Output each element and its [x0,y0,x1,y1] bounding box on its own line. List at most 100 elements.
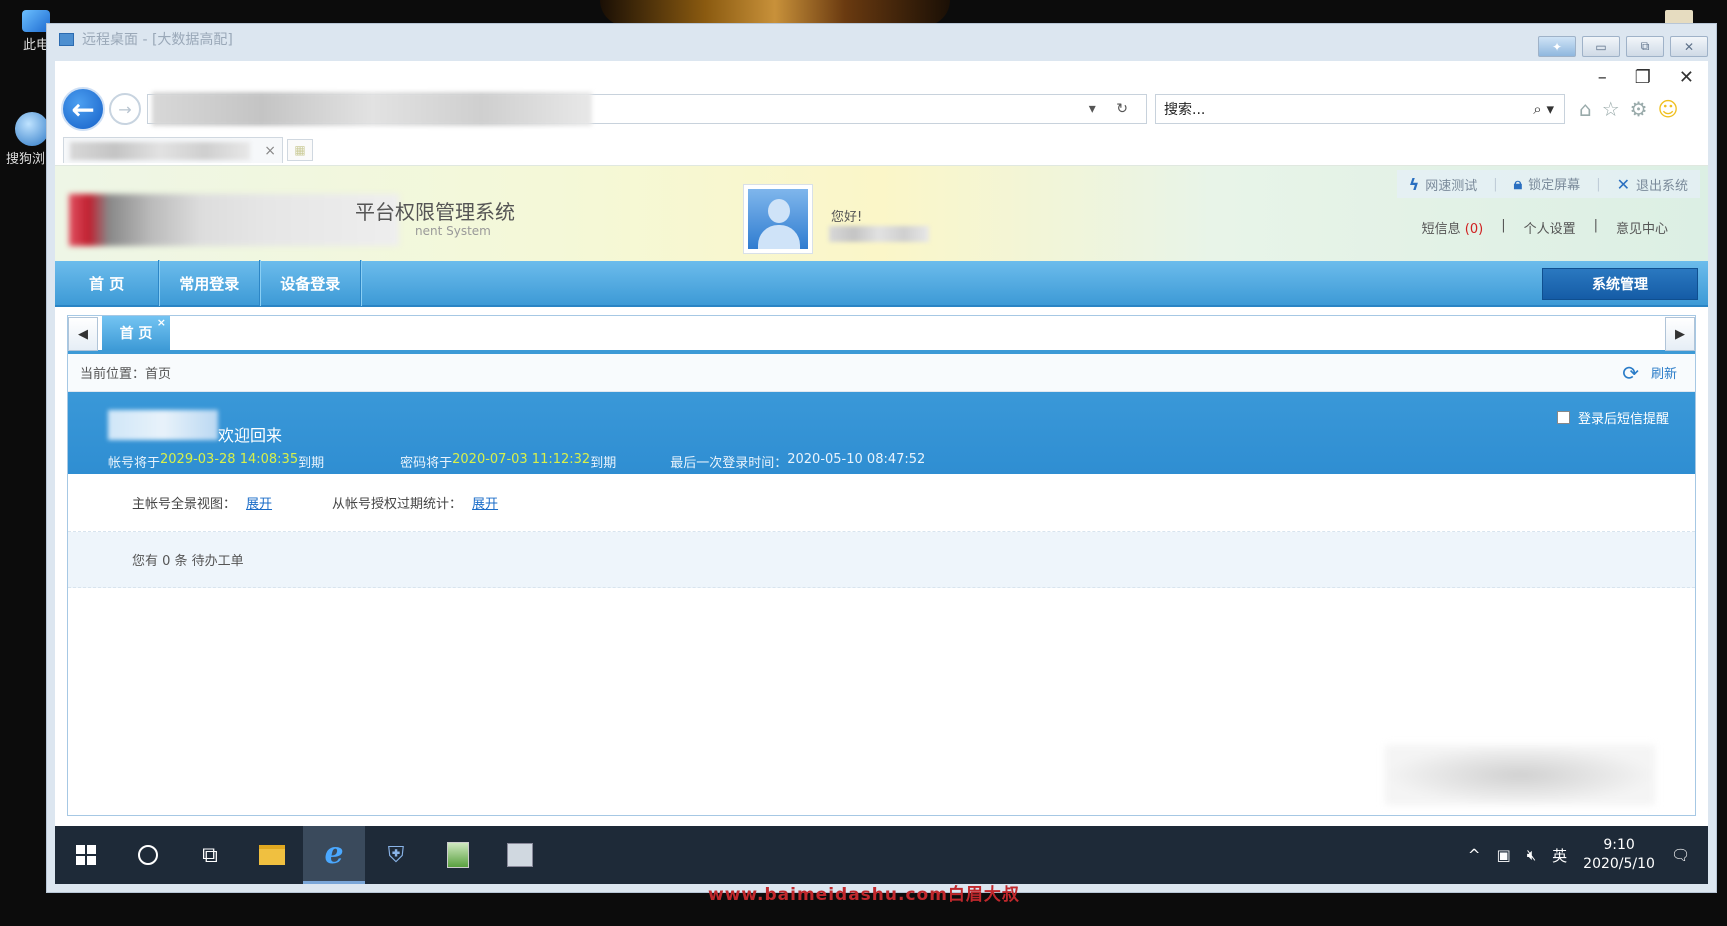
remote-app-icon [507,843,533,867]
restore-button[interactable]: ⧉ [1626,36,1664,57]
home-icon[interactable]: ⌂ [1579,97,1592,121]
input-method[interactable]: 英 [1552,845,1567,866]
system-tray: ^ ▣ 🔇︎ 英 9:10 2020/5/10 🗨︎ [1468,826,1708,884]
clock-date: 2020/5/10 [1583,856,1655,872]
refresh-button[interactable]: ⟳ 刷新 [1622,361,1677,385]
remote-app-button[interactable] [489,826,551,884]
main-nav: 首 页 常用登录 设备登录 系统管理 [55,260,1708,307]
personal-settings-link[interactable]: 个人设置 [1524,218,1576,237]
favorites-star-icon[interactable]: ☆ [1602,97,1620,121]
welcome-panel: 欢迎回来 帐号将于 2029-03-28 14:08:35 到期 密码将于 20… [68,392,1695,474]
tab-close-icon[interactable]: × [264,143,276,159]
shield-icon: ⛨ [387,842,405,868]
sogou-browser-icon [15,112,49,146]
back-button[interactable]: ← [61,87,105,131]
arrow-left-icon: ← [71,92,95,126]
search-icon[interactable]: ⌕ ▾ [1533,100,1554,118]
user-links: 短信息 (0) | 个人设置 | 意见中心 [1421,218,1668,237]
lock-screen-link[interactable]: 🔒︎ 锁定屏幕 [1514,174,1581,194]
password-expire-date: 2020-07-03 11:12:32 [452,452,591,467]
account-links-row: 主帐号全景视图： 展开 从帐号授权过期统计： 展开 [68,474,1695,532]
feedback-center-link[interactable]: 意见中心 [1616,218,1668,237]
account-info-line: 帐号将于 2029-03-28 14:08:35 到期 密码将于 2020-07… [108,452,926,471]
header-top-links: ϟ 网速测试 | 🔒︎ 锁定屏幕 | ✕ 退出系统 [1396,170,1700,198]
welcome-back-text: 欢迎回来 [218,426,283,445]
volume-muted-icon[interactable]: 🔇︎ [1527,846,1536,864]
tab-scroll-right-button[interactable]: ▶ [1665,317,1695,351]
lock-icon: 🔒︎ [1513,174,1523,193]
remote-window-controls: ✦ ▭ ⧉ ✕ [1538,36,1708,57]
tab-title-redacted [70,141,250,160]
address-url-redacted [152,92,592,126]
main-view-expand-link[interactable]: 展开 [246,497,272,512]
file-explorer-button[interactable] [241,826,303,884]
last-login-time: 2020-05-10 08:47:52 [787,452,926,467]
arrow-right-icon: → [118,99,132,119]
internet-explorer-icon: e [324,836,344,871]
logout-link[interactable]: ✕ 退出系统 [1617,175,1688,194]
notification-icon[interactable]: 🗨︎ [1671,846,1690,864]
pin-button[interactable]: ✦ [1538,36,1576,57]
clock[interactable]: 9:10 2020/5/10 [1583,836,1655,874]
navigation-bar: ← → ▾ ↻ 搜索... ⌕ ▾ ⌂ ☆ ⚙ ☺ [61,85,1702,133]
tab-home[interactable]: 首 页 × [102,316,170,350]
todo-count: 您有 0 条 待办工单 [68,532,1695,588]
windows-logo-icon [76,845,96,865]
security-app-button[interactable]: ⛨ [365,826,427,884]
browser-tab[interactable]: × [63,137,283,163]
ie-taskbar-button[interactable]: e [303,826,365,884]
ie-browser-window: – ❐ ✕ ← → ▾ ↻ 搜索... ⌕ ▾ ⌂ ☆ ⚙ ☺ × ▦ 平台权限… [55,61,1708,884]
checkbox[interactable] [1556,411,1570,424]
forward-button[interactable]: → [109,93,141,125]
watermark: www.baimeidashu.com白眉大叔 [708,885,1020,905]
tab-scroll-left-button[interactable]: ◀ [68,317,98,351]
remote-desktop-window: 远程桌面 - [大数据高配] ✦ ▭ ⧉ ✕ – ❐ ✕ ← → ▾ ↻ 搜索.… [46,23,1717,893]
nav-common-login[interactable]: 常用登录 [159,260,261,306]
nav-home[interactable]: 首 页 [55,260,160,306]
search-placeholder: 搜索... [1164,102,1206,118]
refresh-label: 刷新 [1650,367,1677,382]
network-test-link[interactable]: ϟ 网速测试 [1409,175,1478,194]
refresh-icon: ⟳ [1622,360,1639,385]
notepad-icon [447,842,469,868]
workspace-panel: ◀ 首 页 × ▶ 当前位置：首页 ⟳ 刷新 欢迎回来 帐号将于 2029-03… [67,315,1696,816]
system-subtitle: nent System [415,224,491,238]
system-management-button[interactable]: 系统管理 [1542,268,1698,300]
task-view-icon: ⧉ [202,842,218,868]
breadcrumb: 当前位置：首页 [80,367,172,382]
feedback-smiley-icon[interactable]: ☺ [1658,97,1679,121]
username-redacted [829,226,929,242]
sms-link[interactable]: 短信息 (0) [1422,218,1484,237]
address-bar[interactable]: ▾ ↻ [147,92,1147,126]
browser-tab-row: × ▦ [63,137,313,163]
remote-desktop-icon [59,32,74,46]
new-tab-button[interactable]: ▦ [287,139,313,161]
minimize-button[interactable]: ▭ [1582,36,1620,57]
browser-toolbar-icons: ⌂ ☆ ⚙ ☺ [1579,97,1678,121]
close-button[interactable]: ✕ [1670,36,1708,57]
search-input[interactable]: 搜索... ⌕ ▾ [1155,94,1565,124]
lightning-icon: ϟ [1408,174,1420,194]
expire-stats-expand-link[interactable]: 展开 [472,497,498,512]
logo-redacted [69,194,399,246]
clock-time: 9:10 [1603,837,1635,853]
taskbar: ⧉ e ⛨ ^ ▣ 🔇︎ 英 9:10 2020/5/10 🗨︎ [55,826,1708,884]
avatar [743,184,813,254]
workspace-tab-bar: ◀ 首 页 × ▶ [68,316,1695,354]
web-page: 平台权限管理系统 nent System 您好! ϟ 网速测试 | 🔒︎ 锁定屏幕 … [55,165,1708,824]
address-tools[interactable]: ▾ ↻ [1089,101,1136,117]
gear-icon[interactable]: ⚙ [1630,97,1648,121]
chevron-up-icon[interactable]: ^ [1468,846,1481,864]
start-button[interactable] [55,826,117,884]
sms-reminder-checkbox[interactable]: 登录后短信提醒 [1556,408,1669,427]
task-view-button[interactable]: ⧉ [179,826,241,884]
notepad-button[interactable] [427,826,489,884]
triangle-left-icon: ◀ [78,326,88,342]
network-icon[interactable]: ▣ [1497,846,1511,864]
tab-close-icon[interactable]: × [157,316,166,329]
search-button[interactable] [117,826,179,884]
redacted-region [1385,745,1655,805]
greeting: 您好! [831,210,863,225]
remote-window-titlebar: 远程桌面 - [大数据高配] [47,24,1716,54]
nav-device-login[interactable]: 设备登录 [260,260,362,306]
